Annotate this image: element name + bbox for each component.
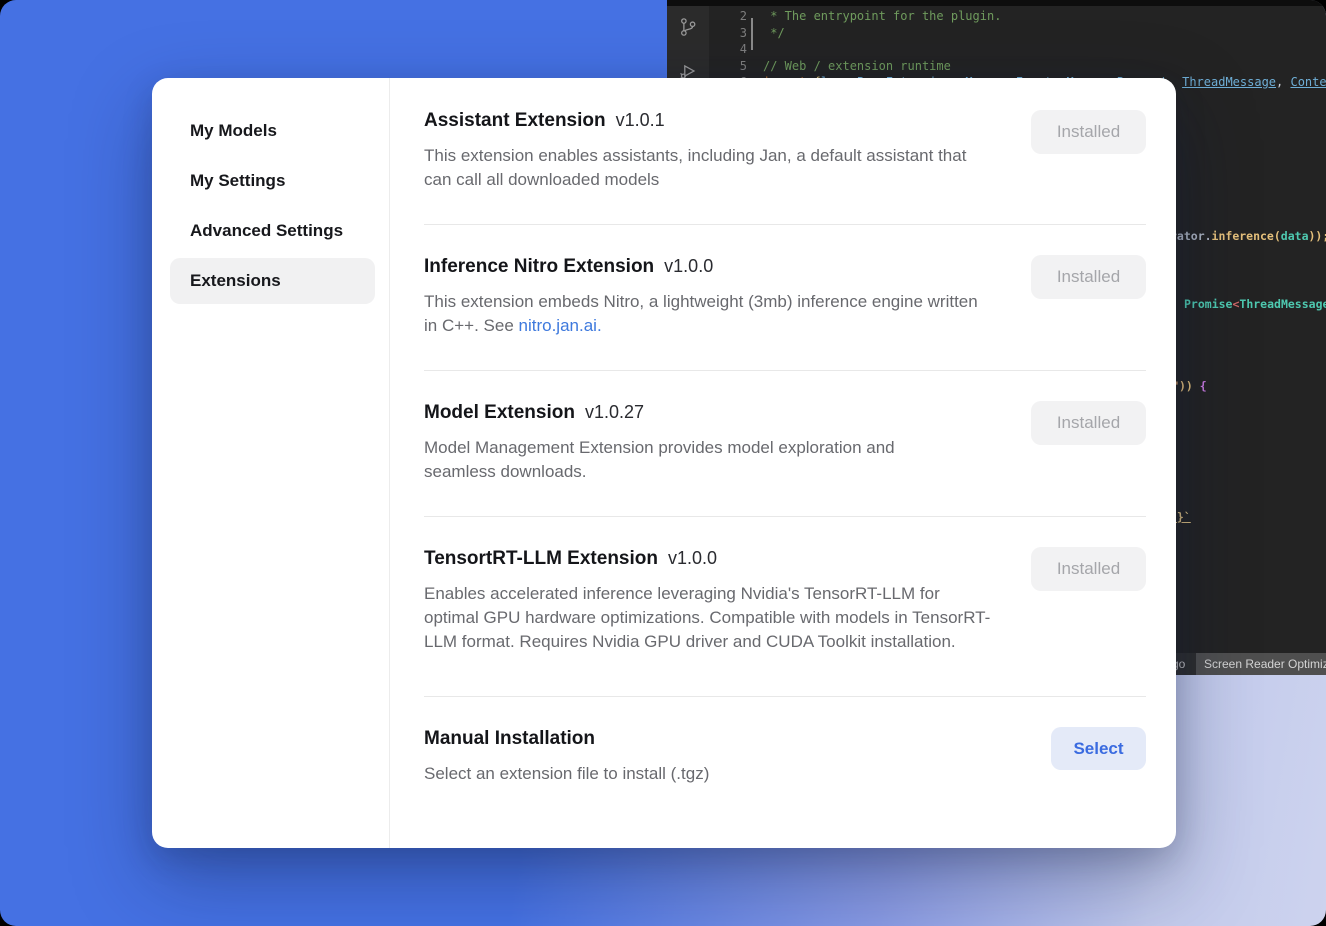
extension-row-tensorrt: TensortRT-LLM Extension v1.0.0 Enables a… [424,517,1146,697]
settings-panel: My Models My Settings Advanced Settings … [152,78,1176,848]
installed-button[interactable]: Installed [1031,547,1146,591]
extension-row-assistant: Assistant Extension v1.0.1 This extensio… [424,78,1146,225]
desktop-background: 23456 * The entrypoint for the plugin. *… [0,0,1326,926]
editor-tab-bar [667,0,1326,6]
installed-button[interactable]: Installed [1031,110,1146,154]
installed-button[interactable]: Installed [1031,401,1146,445]
extensions-list: Assistant Extension v1.0.1 This extensio… [390,78,1176,848]
text-cursor [751,18,753,50]
extension-name: Model Extension [424,402,575,424]
select-file-button[interactable]: Select [1051,727,1146,770]
extension-name: Inference Nitro Extension [424,256,654,278]
source-control-icon[interactable] [677,16,699,38]
extension-description: Enables accelerated inference leveraging… [424,582,994,654]
screen-reader-status[interactable]: Screen Reader Optimized [1196,653,1326,675]
sidebar-item-extensions[interactable]: Extensions [170,258,375,304]
extension-name: Assistant Extension [424,110,606,132]
code-comment: * The entrypoint for the plugin. [763,8,1326,25]
sidebar-item-my-settings[interactable]: My Settings [170,158,375,204]
code-comment: // Web / extension runtime [763,58,1326,75]
manual-installation-description: Select an extension file to install (.tg… [424,762,994,786]
installed-button[interactable]: Installed [1031,255,1146,299]
nitro-jan-ai-link[interactable]: nitro.jan.ai. [519,316,602,335]
code-fragment: rator.inference(data)); [1170,229,1326,243]
sidebar-item-advanced-settings[interactable]: Advanced Settings [170,208,375,254]
extension-version: v1.0.0 [664,256,713,277]
settings-sidebar: My Models My Settings Advanced Settings … [152,78,390,848]
code-comment: */ [763,25,1326,42]
extension-row-nitro: Inference Nitro Extension v1.0.0 This ex… [424,225,1146,371]
extension-description: Model Management Extension provides mode… [424,436,924,484]
extension-description: This extension enables assistants, inclu… [424,144,994,192]
extension-version: v1.0.27 [585,402,644,423]
extension-row-model: Model Extension v1.0.27 Model Management… [424,371,1146,517]
sidebar-item-my-models[interactable]: My Models [170,108,375,154]
manual-installation-title: Manual Installation [424,728,1146,750]
code-fragment: ")) { [1172,379,1207,393]
extension-name: TensortRT-LLM Extension [424,548,658,570]
manual-installation-row: Manual Installation Select an extension … [424,697,1146,818]
code-fragment: Promise<ThreadMessage> [1184,297,1326,311]
extension-version: v1.0.1 [616,110,665,131]
extension-description: This extension embeds Nitro, a lightweig… [424,290,994,338]
extension-version: v1.0.0 [668,548,717,569]
